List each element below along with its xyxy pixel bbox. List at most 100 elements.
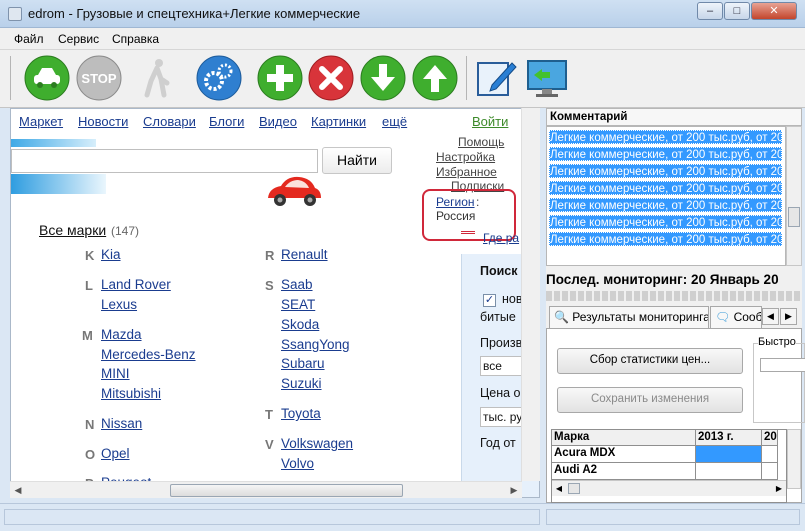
comment-row[interactable]: Легкие коммерческие, от 200 тыс.руб, от … [549,232,782,246]
comment-column-header[interactable]: Комментарий [546,108,802,126]
comment-row[interactable]: Легкие коммерческие, от 200 тыс.руб, от … [549,164,782,178]
collect-stats-button[interactable]: Сбор статистики цен... [557,348,743,374]
new-checkbox[interactable]: ✓ [483,294,496,307]
grid-row-brand[interactable]: Acura MDX [552,446,696,463]
brand-letter: K [85,248,95,263]
settings-link[interactable]: Настройка [436,150,495,164]
brand-link[interactable]: Volkswagen [281,436,353,451]
brand-link[interactable]: MINI [101,366,130,381]
login-link[interactable]: Войти [472,114,508,129]
favorites-link[interactable]: Избранное [436,165,497,179]
grid-header-brand[interactable]: Марка [552,430,696,446]
grid-row-brand[interactable]: Audi A2 [552,463,696,480]
brand-link[interactable]: Lexus [101,297,137,312]
grid-vertical-scrollbar[interactable] [787,429,801,489]
edit-icon[interactable] [474,55,520,101]
grid-cell[interactable] [696,463,762,480]
right-panel: Комментарий Легкие коммерческие, от 200 … [546,108,805,503]
status-segment [4,509,540,525]
brand-letter: L [85,278,93,293]
menu-service[interactable]: Сервис [58,32,99,46]
comment-row[interactable]: Легкие коммерческие, от 200 тыс.руб, от … [549,198,782,212]
grid-scroll-thumb[interactable] [568,483,580,494]
car-logo-icon [265,172,323,210]
brand-link[interactable]: Toyota [281,406,321,421]
nav-blogs-link[interactable]: Блоги [209,114,244,129]
search-input[interactable] [11,149,318,173]
walker-icon[interactable] [134,55,180,101]
tab-monitoring-results[interactable]: 🔍 Результаты мониторинга [549,306,709,328]
brand-link[interactable]: Skoda [281,317,319,332]
close-button[interactable]: ✕ [751,2,797,20]
comment-vertical-scrollbar[interactable] [786,126,802,266]
tab-content: Сбор статистики цен... Сохранить изменен… [546,328,805,503]
brand-link[interactable]: Mercedes-Benz [101,347,196,362]
browser-horizontal-scrollbar[interactable]: ◀ ▶ [10,481,522,498]
comment-row[interactable]: Легкие коммерческие, от 200 тыс.руб, от … [549,181,782,195]
results-grid[interactable]: Марка 2013 г. 20 Acura MDX Audi A2 ◀ ▶ [551,429,787,503]
toolbar: STOP [0,50,805,108]
monitor-icon[interactable] [524,55,570,101]
brand-link[interactable]: Mazda [101,327,142,342]
where-link[interactable]: Где ра [483,231,519,245]
grid-cell[interactable] [762,446,778,463]
tab-scroll-left-icon[interactable]: ◀ [762,308,779,325]
brand-link[interactable]: Nissan [101,416,142,431]
menu-file[interactable]: Файл [14,32,44,46]
nav-more-link[interactable]: ещё [382,114,407,129]
brand-link[interactable]: Suzuki [281,376,322,391]
nav-market-link[interactable]: Маркет [19,114,63,129]
upload-icon[interactable] [412,55,458,101]
comment-row[interactable]: Легкие коммерческие, от 200 тыс.руб, от … [549,130,782,144]
download-icon[interactable] [360,55,406,101]
new-label: нов [502,292,523,306]
nav-video-link[interactable]: Видео [259,114,297,129]
fast-group-box: Быстро [753,336,805,423]
stop-icon[interactable]: STOP [76,55,122,101]
help-link[interactable]: Помощь [458,135,504,149]
brand-link[interactable]: Renault [281,247,328,262]
comment-list[interactable]: Легкие коммерческие, от 200 тыс.руб, от … [546,126,786,266]
brand-link[interactable]: Mitsubishi [101,386,161,401]
horizontal-scroll-thumb[interactable] [170,484,403,497]
brand-letter: T [265,407,273,422]
grid-header-2013[interactable]: 2013 г. [696,430,762,446]
brand-link[interactable]: Kia [101,247,121,262]
search-button[interactable]: Найти [322,147,392,174]
comment-scroll-thumb[interactable] [788,207,800,227]
scroll-right-icon[interactable]: ▶ [506,482,522,498]
nav-images-link[interactable]: Картинки [311,114,366,129]
window-title: edrom - Грузовые и спецтехника+Легкие ко… [28,6,361,21]
nav-news-link[interactable]: Новости [78,114,128,129]
maximize-button[interactable]: □ [724,2,750,20]
comment-row[interactable]: Легкие коммерческие, от 200 тыс.руб, от … [549,147,782,161]
scroll-left-icon[interactable]: ◀ [10,482,26,498]
grid-scroll-right-icon[interactable]: ▶ [772,482,786,495]
tab-scroll-right-icon[interactable]: ▶ [780,308,797,325]
grid-cell-selected[interactable] [696,446,762,463]
brand-link[interactable]: Subaru [281,356,325,371]
add-icon[interactable] [257,55,303,101]
brand-link[interactable]: SsangYong [281,337,350,352]
gears-icon[interactable] [196,55,242,101]
fast-input[interactable] [760,358,805,372]
brand-link[interactable]: Saab [281,277,313,292]
all-brands-link[interactable]: Все марки [39,222,106,238]
tab-messages[interactable]: 🗨 Сооб [710,306,762,328]
grid-header-next-year[interactable]: 20 [762,430,778,446]
grid-cell[interactable] [762,463,778,480]
brand-link[interactable]: SEAT [281,297,315,312]
comment-row[interactable]: Легкие коммерческие, от 200 тыс.руб, от … [549,215,782,229]
brand-link[interactable]: Land Rover [101,277,171,292]
start-car-icon[interactable] [24,55,70,101]
minimize-button[interactable]: – [697,2,723,20]
menu-help[interactable]: Справка [112,32,159,46]
save-changes-button[interactable]: Сохранить изменения [557,387,743,413]
brand-link[interactable]: Opel [101,446,130,461]
browser-vertical-scrollbar[interactable] [521,108,540,481]
grid-scroll-left-icon[interactable]: ◀ [552,482,566,495]
delete-icon[interactable] [308,55,354,101]
grid-horizontal-scrollbar[interactable]: ◀ ▶ [552,480,786,496]
nav-dictionaries-link[interactable]: Словари [143,114,196,129]
brand-link[interactable]: Volvo [281,456,314,471]
